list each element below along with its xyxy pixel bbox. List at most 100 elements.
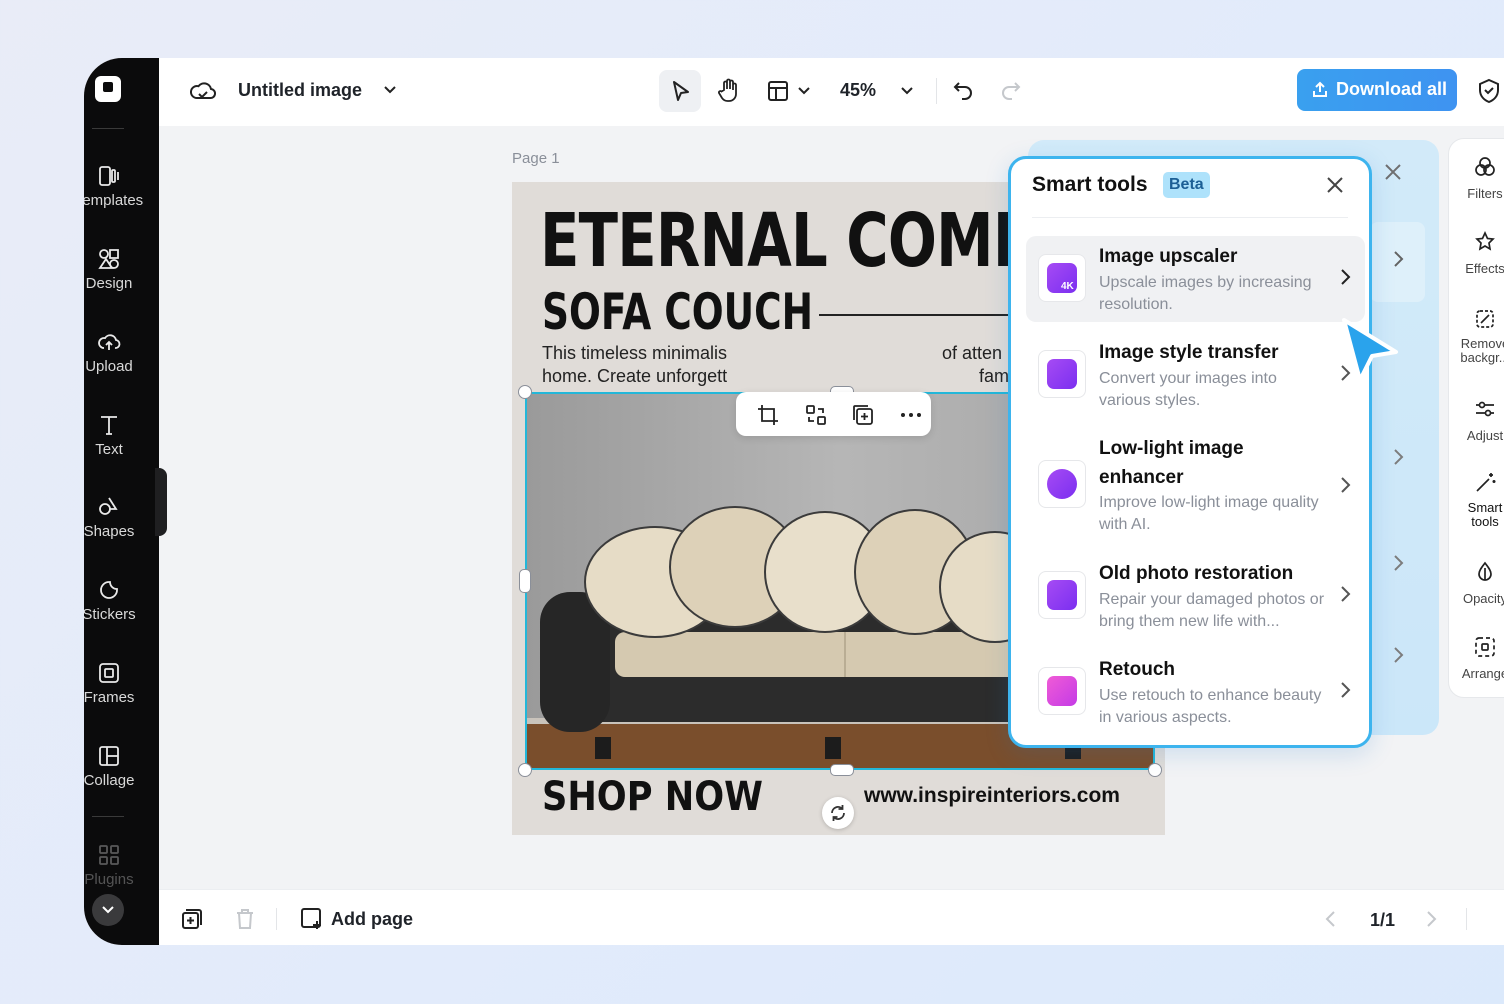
cloud-sync-icon[interactable] xyxy=(189,78,217,104)
tool-name: Retouch xyxy=(1099,659,1175,680)
more-options-icon[interactable] xyxy=(900,412,922,418)
shapes-icon xyxy=(99,497,118,515)
download-all-button[interactable]: Download all xyxy=(1297,69,1457,111)
tool-old-photo-restoration[interactable]: Old photo restoration Repair your damage… xyxy=(1026,553,1365,639)
rail-item-stickers[interactable]: Stickers xyxy=(84,578,154,624)
chevron-right-icon[interactable] xyxy=(1424,910,1438,928)
sidebar-item-label: Arrange xyxy=(1461,666,1504,681)
tool-retouch[interactable]: Retouch Use retouch to enhance beauty in… xyxy=(1026,649,1365,735)
rail-item-templates[interactable]: Templates xyxy=(84,164,154,210)
chevron-right-icon[interactable] xyxy=(1392,448,1404,466)
close-icon[interactable] xyxy=(1325,175,1345,195)
sidebar-item-label: Effects xyxy=(1465,261,1504,276)
chevron-right-icon xyxy=(1341,477,1351,493)
bottom-divider xyxy=(1466,908,1467,930)
add-frame-icon[interactable] xyxy=(181,908,203,930)
filters-icon xyxy=(1475,157,1495,176)
sidebar-item-label: Remove backgr... xyxy=(1460,336,1504,365)
smart-tools-panel: Smart tools Beta 4K Image upscaler Upsca… xyxy=(1008,156,1372,748)
sidebar-item-arrange[interactable]: Arrange xyxy=(1449,635,1504,683)
chevron-right-icon[interactable] xyxy=(1392,554,1404,572)
rail-divider xyxy=(92,816,124,817)
tool-name: Image style transfer xyxy=(1099,342,1279,363)
add-page-button[interactable]: Add page xyxy=(331,909,413,930)
collage-icon xyxy=(99,746,119,766)
chevron-left-icon[interactable] xyxy=(1324,910,1338,928)
sidebar-item-adjust[interactable]: Adjust xyxy=(1449,397,1504,445)
resize-handle-br[interactable] xyxy=(1148,763,1162,777)
sidebar-item-effects[interactable]: Effects xyxy=(1449,230,1504,278)
poster-headline[interactable]: ETERNAL COMF xyxy=(540,198,1032,284)
layout-tool-button[interactable] xyxy=(759,70,819,112)
rotate-button[interactable] xyxy=(822,797,854,829)
document-title[interactable]: Untitled image xyxy=(238,80,362,101)
poster-url[interactable]: www.inspireinteriors.com xyxy=(864,784,1120,808)
mouse-cursor-icon xyxy=(1342,318,1398,382)
rail-item-design[interactable]: Design xyxy=(84,247,154,293)
chevron-down-icon[interactable] xyxy=(382,83,398,97)
sidebar-item-remove-background[interactable]: Remove backgr... xyxy=(1449,307,1504,365)
tool-low-light-enhancer[interactable]: Low-light image enhancer Improve low-lig… xyxy=(1026,428,1365,542)
right-sidebar: Filters Effects Remove backgr... Adjust … xyxy=(1448,138,1504,698)
moon-sparkle-icon xyxy=(1038,460,1086,508)
redo-icon[interactable] xyxy=(999,78,1023,102)
app-logo-icon[interactable] xyxy=(95,76,121,102)
add-page-icon xyxy=(301,908,321,929)
resize-handle-tl[interactable] xyxy=(518,385,532,399)
rail-item-label: Collage xyxy=(84,772,135,789)
zoom-level[interactable]: 45% xyxy=(840,80,876,101)
resize-handle-bl[interactable] xyxy=(518,763,532,777)
resize-handle-left[interactable] xyxy=(519,569,531,593)
close-icon[interactable] xyxy=(1383,162,1403,182)
object-toolbar xyxy=(736,392,931,436)
effects-star-icon xyxy=(1475,230,1495,251)
sidebar-item-smart-tools[interactable]: Smart tools xyxy=(1449,471,1504,529)
rail-item-collage[interactable]: Collage xyxy=(84,744,154,790)
tool-name: Image upscaler xyxy=(1099,246,1238,267)
chevron-right-icon[interactable] xyxy=(1392,646,1404,664)
tool-description: Upscale images by increasing resolution. xyxy=(1099,274,1312,313)
rail-more-button[interactable] xyxy=(92,894,124,926)
rail-collapse-tab[interactable] xyxy=(155,468,167,536)
trash-icon[interactable] xyxy=(235,908,255,930)
description-line1-tail: of atten xyxy=(942,343,1003,363)
description-line1: This timeless minimalis xyxy=(542,343,728,363)
rail-item-text[interactable]: Text xyxy=(84,413,154,459)
share-upload-icon xyxy=(1313,81,1327,97)
tool-description: Improve low-light image quality with AI. xyxy=(1099,494,1319,533)
top-bar: Untitled image 45% Download all xyxy=(159,58,1504,126)
tool-description: Use retouch to enhance beauty in various… xyxy=(1099,687,1322,726)
resize-handle-bottom[interactable] xyxy=(830,764,854,776)
sidebar-item-filters[interactable]: Filters xyxy=(1449,155,1504,203)
panel-divider xyxy=(1032,217,1348,218)
rail-item-plugins[interactable]: Plugins xyxy=(84,843,154,889)
sidebar-item-opacity[interactable]: Opacity xyxy=(1449,560,1504,608)
duplicate-icon[interactable] xyxy=(852,404,874,426)
page-label: Page 1 xyxy=(512,150,560,167)
upscaler-4k-icon: 4K xyxy=(1038,254,1086,302)
shield-check-icon[interactable] xyxy=(1477,78,1501,104)
rail-item-shapes[interactable]: Shapes xyxy=(84,495,154,541)
undo-icon[interactable] xyxy=(951,78,975,102)
left-rail: Templates Design Upload Text Shapes Stic… xyxy=(84,58,159,945)
tool-image-style-transfer[interactable]: Image style transfer Convert your images… xyxy=(1026,332,1365,418)
tool-image-upscaler[interactable]: 4K Image upscaler Upscale images by incr… xyxy=(1026,236,1365,322)
replace-image-icon[interactable] xyxy=(805,404,827,426)
sidebar-item-label: Smart tools xyxy=(1467,500,1503,529)
rail-item-frames[interactable]: Frames xyxy=(84,661,154,707)
poster-cta[interactable]: SHOP NOW xyxy=(542,774,763,820)
poster-rule xyxy=(819,314,1019,316)
style-transfer-icon xyxy=(1038,350,1086,398)
chevron-down-icon[interactable] xyxy=(899,84,915,98)
chevron-right-icon[interactable] xyxy=(1392,250,1404,268)
beta-badge: Beta xyxy=(1163,172,1210,198)
crop-icon[interactable] xyxy=(757,404,779,426)
plugins-icon xyxy=(99,845,119,865)
poster-subheadline[interactable]: SOFA COUCH xyxy=(542,283,813,341)
rail-item-upload[interactable]: Upload xyxy=(84,330,154,376)
pointer-icon xyxy=(673,81,689,101)
stickers-icon xyxy=(100,581,118,599)
rotate-icon xyxy=(831,805,845,821)
select-tool-button[interactable] xyxy=(659,70,701,112)
hand-tool-button[interactable] xyxy=(707,70,749,112)
